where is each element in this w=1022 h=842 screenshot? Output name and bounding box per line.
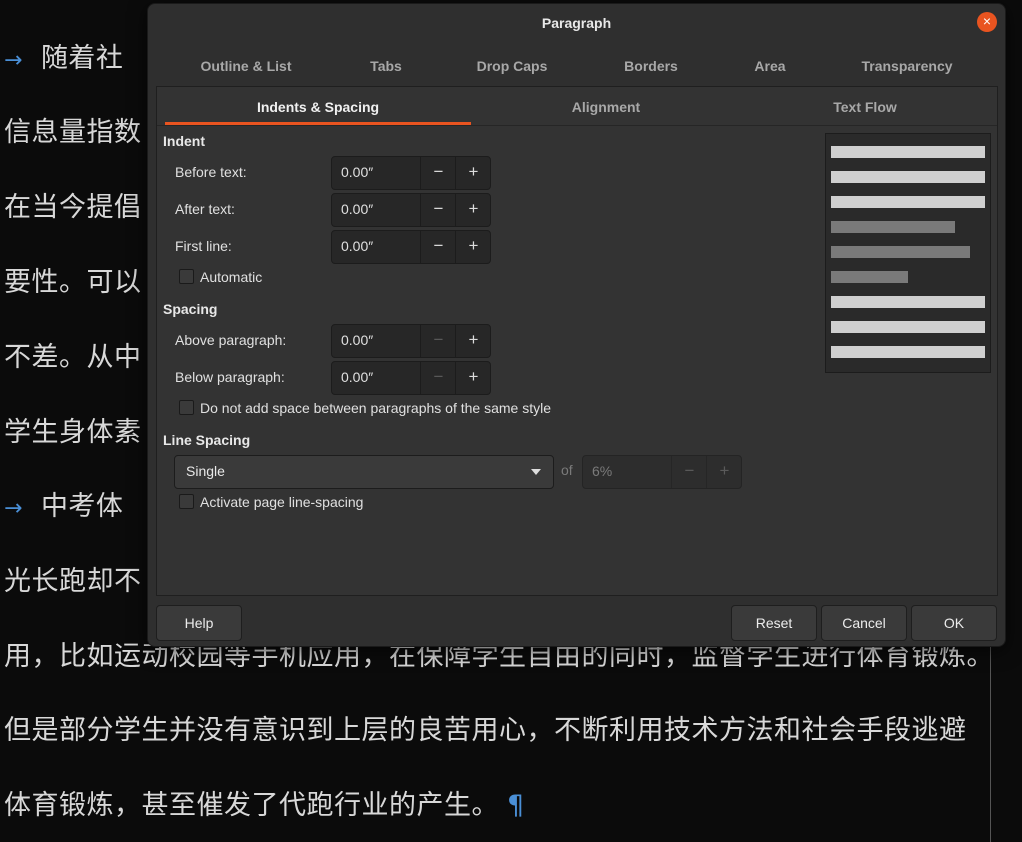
pilcrow-icon: ¶ [507, 790, 525, 821]
first-line-value[interactable]: 0.00″ [341, 238, 373, 254]
dialog-titlebar[interactable]: Paragraph × [148, 4, 1005, 42]
before-text-value[interactable]: 0.00″ [341, 164, 373, 180]
preview-line [831, 346, 985, 358]
automatic-label: Automatic [200, 269, 263, 285]
tab-row-top: Outline & List Tabs Drop Caps Borders Ar… [156, 52, 997, 86]
preview-line [831, 196, 985, 208]
tab-indents-spacing[interactable]: Indents & Spacing [257, 99, 379, 115]
active-tab-indicator [165, 122, 471, 125]
line-spacing-value: 6% [592, 463, 613, 479]
activate-line-spacing-row[interactable]: Activate page line-spacing [179, 494, 363, 510]
doc-line-7: → 中考体 [4, 484, 123, 523]
minus-icon[interactable]: − [420, 231, 456, 263]
before-text-label: Before text: [175, 164, 247, 180]
plus-icon[interactable]: + [455, 194, 491, 226]
plus-icon[interactable]: + [455, 325, 491, 357]
doc-line-11: 体育锻炼，甚至催发了代跑行业的产生。 ¶ [4, 783, 525, 822]
minus-icon: − [420, 325, 456, 357]
no-space-checkbox[interactable] [179, 400, 194, 415]
before-text-stepper[interactable]: 0.00″ − + [331, 156, 491, 190]
line-spacing-value-stepper: 6% − + [582, 455, 742, 489]
plus-icon[interactable]: + [455, 157, 491, 189]
below-paragraph-label: Below paragraph: [175, 369, 285, 385]
chevron-down-icon [531, 469, 541, 475]
preview-line [831, 321, 985, 333]
below-paragraph-value[interactable]: 0.00″ [341, 369, 373, 385]
doc-line-8: 光长跑却不 [4, 566, 142, 597]
tab-outline-list[interactable]: Outline & List [201, 58, 292, 74]
preview-line [831, 296, 985, 308]
doc-text: 随着社 [40, 43, 124, 74]
tab-borders[interactable]: Borders [624, 58, 678, 74]
arrow-icon: → [4, 496, 23, 521]
of-label: of [561, 462, 573, 478]
dialog-title: Paragraph [541, 15, 612, 31]
arrow-icon: → [4, 48, 23, 73]
doc-line-1: → 随着社 [4, 36, 123, 75]
preview-line-current [831, 221, 955, 233]
plus-icon[interactable]: + [455, 231, 491, 263]
paragraph-dialog: Paragraph × Outline & List Tabs Drop Cap… [147, 3, 1006, 647]
help-button[interactable]: Help [156, 605, 242, 641]
minus-icon[interactable]: − [420, 157, 456, 189]
line-spacing-heading: Line Spacing [163, 432, 251, 448]
after-text-label: After text: [175, 201, 235, 217]
cancel-button[interactable]: Cancel [821, 605, 907, 641]
reset-button[interactable]: Reset [731, 605, 817, 641]
minus-icon: − [420, 362, 456, 394]
tab-tabs[interactable]: Tabs [370, 58, 402, 74]
activate-line-spacing-checkbox[interactable] [179, 494, 194, 509]
doc-line-10: 但是部分学生并没有意识到上层的良苦用心，不断利用技术方法和社会手段逃避 [4, 715, 967, 746]
above-paragraph-stepper[interactable]: 0.00″ − + [331, 324, 491, 358]
tab-area[interactable]: Area [754, 58, 785, 74]
activate-line-spacing-label: Activate page line-spacing [200, 494, 364, 510]
minus-icon: − [671, 456, 707, 488]
doc-text: 体育锻炼，甚至催发了代跑行业的产生。 [4, 790, 499, 821]
above-paragraph-value[interactable]: 0.00″ [341, 332, 373, 348]
paragraph-preview [825, 133, 991, 373]
after-text-value[interactable]: 0.00″ [341, 201, 373, 217]
automatic-checkbox-row[interactable]: Automatic [179, 269, 262, 285]
doc-line-4: 要性。可以 [4, 267, 142, 298]
preview-line [831, 146, 985, 158]
line-spacing-select[interactable]: Single [174, 455, 554, 489]
first-line-label: First line: [175, 238, 232, 254]
first-line-stepper[interactable]: 0.00″ − + [331, 230, 491, 264]
doc-text: 中考体 [40, 491, 124, 522]
no-space-checkbox-row[interactable]: Do not add space between paragraphs of t… [179, 400, 551, 416]
no-space-label: Do not add space between paragraphs of t… [200, 400, 551, 416]
indents-spacing-panel: Indents & Spacing Alignment Text Flow In… [156, 86, 998, 596]
tab-transparency[interactable]: Transparency [861, 58, 952, 74]
doc-line-3: 在当今提倡 [4, 192, 142, 223]
doc-line-5: 不差。从中 [4, 342, 142, 373]
tab-row-bottom: Indents & Spacing Alignment Text Flow [157, 87, 997, 126]
preview-line [831, 171, 985, 183]
preview-line-current [831, 271, 908, 283]
doc-line-2: 信息量指数 [4, 117, 142, 148]
above-paragraph-label: Above paragraph: [175, 332, 287, 348]
tab-text-flow[interactable]: Text Flow [833, 99, 897, 115]
line-spacing-selected: Single [186, 463, 225, 479]
doc-line-6: 学生身体素 [4, 417, 142, 448]
ok-button[interactable]: OK [911, 605, 997, 641]
below-paragraph-stepper[interactable]: 0.00″ − + [331, 361, 491, 395]
tab-drop-caps[interactable]: Drop Caps [477, 58, 548, 74]
automatic-checkbox[interactable] [179, 269, 194, 284]
preview-line-current [831, 246, 970, 258]
after-text-stepper[interactable]: 0.00″ − + [331, 193, 491, 227]
spacing-heading: Spacing [163, 301, 218, 317]
indent-heading: Indent [163, 133, 205, 149]
plus-icon[interactable]: + [455, 362, 491, 394]
plus-icon: + [706, 456, 742, 488]
minus-icon[interactable]: − [420, 194, 456, 226]
close-icon[interactable]: × [977, 12, 997, 32]
tab-alignment[interactable]: Alignment [572, 99, 640, 115]
